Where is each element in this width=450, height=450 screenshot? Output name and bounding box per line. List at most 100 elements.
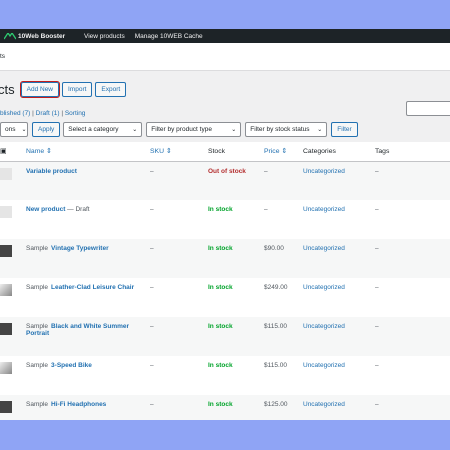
- product-name-link[interactable]: 3-Speed Bike: [51, 362, 92, 369]
- view-published[interactable]: blished (7): [0, 110, 30, 117]
- tags-cell: –: [375, 323, 379, 330]
- admin-bar: 10Web Booster View products Manage 10WEB…: [0, 29, 450, 43]
- sku-cell: –: [150, 362, 154, 369]
- products-table: ▣ Name ⇕ SKU ⇕ Stock Price ⇕ Categories …: [0, 142, 450, 420]
- bulk-actions-select[interactable]: ons ⌄: [0, 122, 28, 137]
- sku-cell: –: [150, 167, 154, 175]
- category-link[interactable]: Uncategorized: [303, 395, 375, 420]
- stock-status: In stock: [208, 362, 233, 369]
- name-cell: Variable product: [26, 161, 150, 200]
- name-cell: New product — Draft: [26, 200, 150, 239]
- product-name-link[interactable]: Variable product: [26, 168, 77, 175]
- category-link[interactable]: Uncategorized: [303, 200, 375, 239]
- category-link[interactable]: Uncategorized: [303, 356, 375, 395]
- product-thumbnail[interactable]: [0, 362, 12, 374]
- export-button[interactable]: Export: [95, 82, 127, 97]
- product-name-link[interactable]: New product: [26, 206, 65, 213]
- sku-header-label: SKU: [150, 148, 164, 156]
- status-views: blished (7) | Draft (1) | Sorting: [0, 110, 85, 117]
- price-cell: –: [264, 206, 268, 213]
- draft-label: — Draft: [65, 206, 90, 213]
- sku-cell: –: [150, 206, 154, 213]
- name-header-label: Name: [26, 148, 45, 156]
- view-draft[interactable]: Draft (1): [36, 110, 60, 117]
- thumbnail-cell: [0, 278, 26, 317]
- chevron-down-icon: ⌄: [132, 127, 138, 133]
- sub-header: ts: [0, 43, 450, 71]
- name-cell: Sample Leather-Clad Leisure Chair: [26, 278, 150, 317]
- search-input[interactable]: [406, 101, 450, 116]
- tags-column-header: Tags: [375, 142, 450, 162]
- thumbnail-cell: [0, 317, 26, 356]
- product-thumbnail[interactable]: [0, 167, 12, 180]
- sample-label: Sample: [26, 362, 49, 369]
- thumbnail-cell: [0, 200, 26, 239]
- name-cell: Sample Black and White Summer Portrait: [26, 317, 150, 356]
- stock-status: In stock: [208, 323, 233, 330]
- table-row[interactable]: Sample Hi-Fi Headphones – In stock $125.00 Un…: [0, 395, 450, 420]
- category-select[interactable]: Select a category ⌄: [63, 122, 143, 137]
- table-row[interactable]: Variable product – Out of stock – Uncategori…: [0, 161, 450, 200]
- stock-status-select-label: Filter by stock status: [250, 126, 310, 133]
- sku-cell: –: [150, 284, 154, 291]
- chevron-down-icon: ⌄: [317, 127, 323, 133]
- product-thumbnail[interactable]: [0, 284, 12, 296]
- product-type-select[interactable]: Filter by product type ⌄: [146, 122, 242, 137]
- manage-cache-link[interactable]: Manage 10WEB Cache: [135, 33, 203, 40]
- admin-window: 10Web Booster View products Manage 10WEB…: [0, 29, 450, 420]
- table-row[interactable]: Sample Leather-Clad Leisure Chair – In stoc…: [0, 278, 450, 317]
- sample-label: Sample: [26, 245, 49, 252]
- table-row[interactable]: Sample Vintage Typewriter – In stock $90.00 U…: [0, 239, 450, 278]
- view-sorting[interactable]: Sorting: [65, 110, 86, 117]
- sku-column-header[interactable]: SKU ⇕: [150, 142, 208, 162]
- price-cell: $125.00: [264, 401, 288, 408]
- stock-status: In stock: [208, 245, 233, 252]
- name-cell: Sample 3-Speed Bike: [26, 356, 150, 395]
- product-thumbnail[interactable]: [0, 323, 12, 335]
- category-link[interactable]: Uncategorized: [303, 239, 375, 278]
- view-products-link[interactable]: View products: [84, 33, 125, 40]
- sort-icon: ⇕: [46, 148, 52, 156]
- product-thumbnail[interactable]: [0, 401, 12, 413]
- sample-label: Sample: [26, 284, 49, 291]
- price-header-label: Price: [264, 148, 280, 156]
- page-title: cts: [0, 82, 15, 97]
- category-link[interactable]: Uncategorized: [303, 278, 375, 317]
- sample-label: Sample: [26, 401, 49, 408]
- price-column-header[interactable]: Price ⇕: [264, 142, 303, 162]
- product-thumbnail[interactable]: [0, 206, 12, 218]
- sku-cell: –: [150, 245, 154, 252]
- name-cell: Sample Hi-Fi Headphones: [26, 395, 150, 420]
- sort-icon: ⇕: [165, 148, 172, 156]
- product-thumbnail[interactable]: [0, 245, 12, 257]
- add-new-button[interactable]: Add New: [19, 81, 61, 98]
- table-row[interactable]: Sample Black and White Summer Portrait – In…: [0, 317, 450, 356]
- product-name-link[interactable]: Vintage Typewriter: [51, 245, 109, 252]
- brand-logo[interactable]: 10Web Booster: [0, 32, 84, 40]
- product-name-link[interactable]: Hi-Fi Headphones: [51, 401, 106, 408]
- categories-column-header: Categories: [303, 142, 375, 162]
- table-header-row: ▣ Name ⇕ SKU ⇕ Stock Price ⇕ Categories …: [0, 142, 450, 162]
- filter-button[interactable]: Filter: [331, 122, 358, 137]
- stock-column-header: Stock: [208, 142, 264, 162]
- import-button[interactable]: Import: [62, 82, 93, 97]
- category-link[interactable]: Uncategorized: [303, 317, 375, 356]
- price-cell: $90.00: [264, 245, 284, 252]
- stock-status-select[interactable]: Filter by stock status ⌄: [245, 122, 328, 137]
- tags-cell: –: [375, 167, 379, 175]
- product-name-link[interactable]: Leather-Clad Leisure Chair: [51, 284, 134, 291]
- sku-cell: –: [150, 401, 154, 408]
- name-column-header[interactable]: Name ⇕: [26, 142, 150, 162]
- thumbnail-cell: [0, 395, 26, 420]
- image-icon: ▣: [0, 148, 7, 156]
- thumbnail-column-header: ▣: [0, 142, 26, 162]
- tags-cell: –: [375, 362, 379, 369]
- chevron-down-icon: ⌄: [231, 127, 237, 133]
- apply-button[interactable]: Apply: [32, 122, 61, 137]
- tags-cell: –: [375, 206, 379, 213]
- table-row[interactable]: New product — Draft – In stock – Uncategoriz…: [0, 200, 450, 239]
- category-link[interactable]: Uncategorized: [303, 161, 375, 200]
- table-row[interactable]: Sample 3-Speed Bike – In stock $115.00 Uncate…: [0, 356, 450, 395]
- sample-label: Sample: [26, 323, 49, 330]
- product-type-select-label: Filter by product type: [151, 126, 212, 133]
